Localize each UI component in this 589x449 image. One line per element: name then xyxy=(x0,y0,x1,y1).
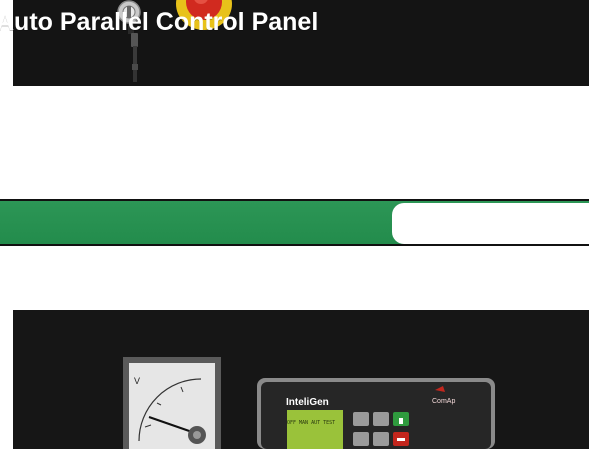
controller-display-text: OFF MAN AUT TEST xyxy=(287,420,336,426)
voltmeter-unit-label: V xyxy=(134,376,141,386)
controller-brand-label: InteliGen xyxy=(286,397,329,408)
section-heading-band xyxy=(0,199,589,246)
controller-unit-icon xyxy=(257,378,495,449)
heading-band-cap xyxy=(392,203,589,244)
controller-maker-label: ComAp xyxy=(432,398,456,405)
page: Auto Parallel Control Panel V InteliGen … xyxy=(0,0,589,449)
section-title: Auto Parallel Control Panel xyxy=(0,8,319,36)
voltmeter-icon xyxy=(123,357,221,449)
bottom-panel-photo xyxy=(13,310,589,449)
